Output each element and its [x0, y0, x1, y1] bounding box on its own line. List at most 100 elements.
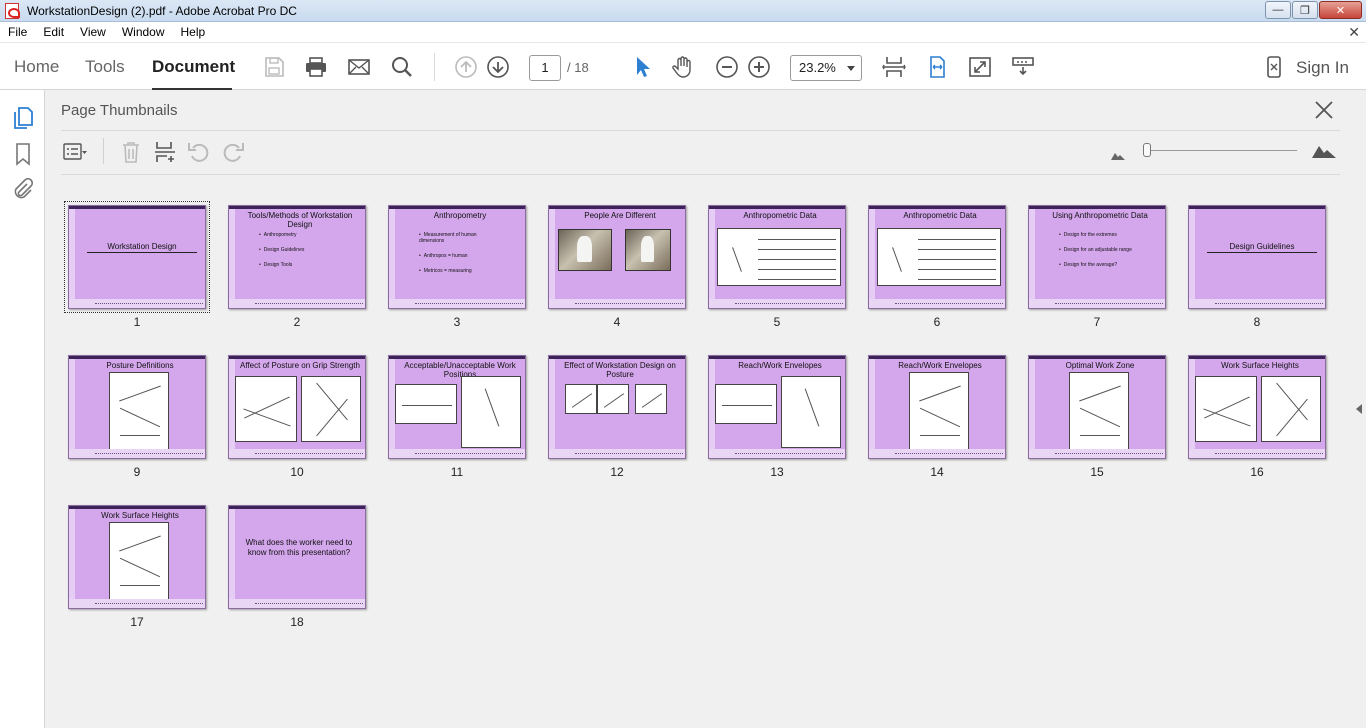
slide-top-bar [709, 356, 845, 359]
page-thumbnail[interactable]: Tools/Methods of Workstation Design Anthr… [228, 205, 366, 329]
tab-document[interactable]: Document [152, 57, 235, 77]
slide-figure [717, 228, 841, 286]
slide-top-bar [69, 356, 205, 359]
fit-page-icon[interactable] [882, 55, 906, 79]
page-thumbnail[interactable]: Anthropometric Data 6 [868, 205, 1006, 329]
fit-width-icon[interactable] [925, 55, 949, 79]
menu-window[interactable]: Window [114, 25, 173, 39]
slide-figure [235, 376, 297, 442]
close-panel-icon[interactable] [1313, 99, 1335, 121]
slide-top-bar [69, 206, 205, 209]
zoom-out-icon[interactable] [715, 55, 739, 79]
page-thumbnail[interactable]: Anthropometry Measurement of human dimens… [388, 205, 526, 329]
insert-pages-icon[interactable] [153, 140, 177, 164]
slide-preview: Effect of Workstation Design on Posture [548, 355, 686, 459]
page-thumbnail[interactable]: Posture Definitions 9 [68, 355, 206, 479]
page-thumbnail[interactable]: Work Surface Heights 17 [68, 505, 206, 629]
page-thumbnail[interactable]: People Are Different 4 [548, 205, 686, 329]
slide-side-bar [1029, 359, 1035, 451]
page-number-label: 7 [1093, 315, 1101, 329]
slide-preview: Work Surface Heights [68, 505, 206, 609]
thumbnail-size-slider-handle[interactable] [1143, 143, 1151, 157]
minimize-button[interactable]: — [1265, 1, 1291, 19]
tab-tools[interactable]: Tools [85, 57, 125, 77]
thumbnail-frame: Affect of Posture on Grip Strength [228, 355, 366, 459]
attachments-icon[interactable] [11, 178, 35, 202]
thumbnail-frame: What does the worker need to know from t… [228, 505, 366, 609]
zoom-in-icon[interactable] [747, 55, 771, 79]
page-number-label: 13 [770, 465, 784, 479]
page-number-label: 6 [933, 315, 941, 329]
thumbnail-frame: Anthropometry Measurement of human dimens… [388, 205, 526, 309]
page-thumbnail[interactable]: Affect of Posture on Grip Strength 10 [228, 355, 366, 479]
slide-side-bar [69, 209, 75, 301]
select-cursor-icon[interactable] [630, 55, 654, 79]
slide-bullet: Anthropos = human [419, 253, 499, 259]
page-thumbnail[interactable]: Reach/Work Envelopes 14 [868, 355, 1006, 479]
slide-preview: People Are Different [548, 205, 686, 309]
page-number-label: 5 [773, 315, 781, 329]
menu-view[interactable]: View [72, 25, 114, 39]
chevron-down-icon [847, 66, 855, 71]
restore-button[interactable]: ❐ [1292, 1, 1318, 19]
slide-preview: Anthropometry Measurement of human dimens… [388, 205, 526, 309]
full-screen-icon[interactable] [968, 55, 992, 79]
slide-footer [69, 599, 205, 608]
menu-file[interactable]: File [0, 25, 35, 39]
delete-pages-icon[interactable] [119, 140, 143, 164]
slide-preview: Work Surface Heights [1188, 355, 1326, 459]
page-thumbnail[interactable]: What does the worker need to know from t… [228, 505, 366, 629]
hand-tool-icon[interactable] [671, 55, 695, 79]
previous-page-icon[interactable] [454, 55, 478, 79]
thumbnail-frame: Workstation Design [64, 201, 210, 313]
thumbnail-options-icon[interactable] [63, 140, 87, 164]
next-page-icon[interactable] [486, 55, 510, 79]
page-thumbnails-icon[interactable] [11, 106, 35, 130]
page-number-label: 11 [450, 465, 464, 479]
slide-footer [1189, 299, 1325, 308]
rotate-left-icon[interactable] [187, 140, 211, 164]
search-icon[interactable] [390, 55, 414, 79]
panel-title: Page Thumbnails [61, 102, 178, 119]
right-pane-toggle[interactable] [1353, 90, 1366, 728]
page-number-label: 12 [610, 465, 624, 479]
more-tools-icon[interactable] [1011, 55, 1035, 79]
slide-title: Anthropometric Data [743, 211, 817, 220]
page-number-label: 14 [930, 465, 944, 479]
tab-home[interactable]: Home [14, 57, 59, 77]
close-document-icon[interactable]: ✕ [1348, 24, 1360, 41]
page-number-input[interactable]: 1 [529, 55, 561, 81]
page-thumbnail[interactable]: Work Surface Heights 16 [1188, 355, 1326, 479]
thumbnail-frame: Posture Definitions [68, 355, 206, 459]
slide-footer [869, 449, 1005, 458]
page-thumbnail[interactable]: Workstation Design 1 [64, 201, 210, 329]
rotate-right-icon[interactable] [221, 140, 245, 164]
page-thumbnail[interactable]: Design Guidelines 8 [1188, 205, 1326, 329]
menu-edit[interactable]: Edit [35, 25, 72, 39]
menu-help[interactable]: Help [173, 25, 214, 39]
slide-bullet: Metricos = measuring [419, 268, 499, 274]
thumbnail-frame: Optimal Work Zone [1028, 355, 1166, 459]
slide-figure [1195, 376, 1257, 442]
page-thumbnail[interactable]: Reach/Work Envelopes 13 [708, 355, 846, 479]
page-thumbnail[interactable]: Optimal Work Zone 15 [1028, 355, 1166, 479]
mobile-signin-icon[interactable] [1262, 55, 1286, 79]
slide-side-bar [709, 209, 715, 301]
slide-footer [1029, 449, 1165, 458]
close-window-button[interactable]: ✕ [1319, 1, 1362, 19]
slide-top-bar [1029, 206, 1165, 209]
page-thumbnail[interactable]: Using Anthropometric Data Design for the … [1028, 205, 1166, 329]
slide-footer [709, 299, 845, 308]
save-icon[interactable] [262, 55, 286, 79]
bookmarks-icon[interactable] [11, 142, 35, 166]
sign-in-link[interactable]: Sign In [1296, 58, 1349, 78]
email-icon[interactable] [347, 55, 371, 79]
page-thumbnail[interactable]: Effect of Workstation Design on Posture 1… [548, 355, 686, 479]
page-thumbnail[interactable]: Anthropometric Data 5 [708, 205, 846, 329]
thumbnail-frame: Effect of Workstation Design on Posture [548, 355, 686, 459]
large-thumbnail-size-icon [1312, 142, 1336, 163]
page-thumbnail[interactable]: Acceptable/Unacceptable Work Positions 11 [388, 355, 526, 479]
print-icon[interactable] [304, 55, 328, 79]
thumbnail-size-slider-track[interactable] [1145, 150, 1297, 151]
zoom-level-dropdown[interactable]: 23.2% [790, 55, 862, 81]
